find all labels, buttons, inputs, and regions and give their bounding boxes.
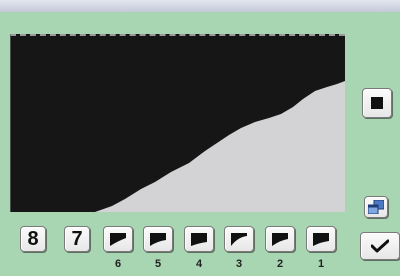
curve-preset-button-5[interactable]: [143, 226, 173, 252]
number-button-label: 8: [27, 227, 39, 250]
curve-preset-icon: [150, 232, 166, 246]
number-button-label: 7: [71, 227, 83, 250]
curve-preset-icon: [231, 232, 247, 246]
curve-preset-icon: [272, 232, 288, 246]
window-swap-button[interactable]: [364, 196, 388, 218]
curve-preset-button-3[interactable]: [224, 226, 254, 252]
curve-preset-icon: [313, 232, 329, 246]
curve-preset-number: 6: [114, 258, 122, 270]
curve-plot: [95, 81, 345, 212]
curve-preset-button-6[interactable]: [103, 226, 133, 252]
curve-area: [95, 81, 345, 212]
curve-preset-button-1[interactable]: [306, 226, 336, 252]
curve-preset-icon: [110, 232, 126, 246]
curve-preset-button-4[interactable]: [184, 226, 214, 252]
number-button-8[interactable]: 8: [20, 226, 46, 252]
stop-button[interactable]: [362, 88, 392, 118]
curve-preset-number: 5: [154, 258, 162, 270]
window-top-strip: [0, 0, 400, 12]
checkmark-icon: [371, 239, 389, 253]
window-swap-icon: [368, 200, 384, 214]
curve-preset-icon: [191, 232, 207, 246]
curve-display[interactable]: [10, 34, 345, 212]
curve-preset-number: 3: [235, 258, 243, 270]
number-button-7[interactable]: 7: [64, 226, 90, 252]
curve-preset-number: 2: [276, 258, 284, 270]
curve-preset-button-2[interactable]: [265, 226, 295, 252]
ok-button[interactable]: [360, 232, 400, 260]
curve-preset-number: 1: [317, 258, 325, 270]
stop-square-icon: [371, 97, 383, 109]
curve-preset-number: 4: [195, 258, 203, 270]
